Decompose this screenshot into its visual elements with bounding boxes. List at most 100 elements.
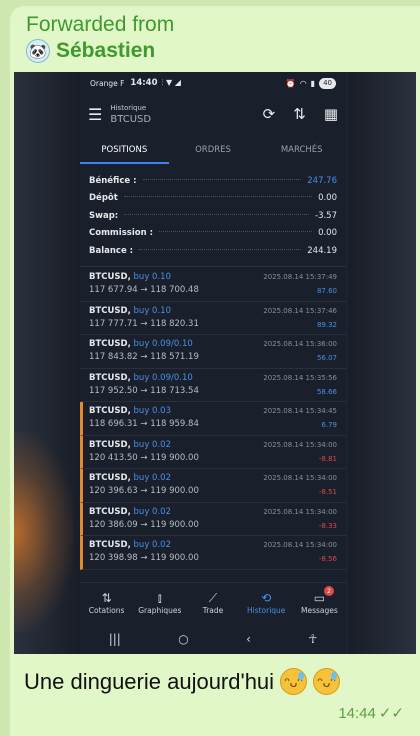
messages-badge: 2 xyxy=(324,586,335,596)
deal-side: buy 0.02 xyxy=(133,473,171,483)
nav-cotations[interactable]: ⇅ Cotations xyxy=(80,583,133,622)
double-check-icon: ✓✓ xyxy=(378,705,404,722)
sender-name: Sébastien xyxy=(56,39,156,62)
forward-label: Forwarded from xyxy=(26,13,175,36)
deal-row[interactable]: BTCUSD, buy 0.10 117 677.94 → 118 700.48… xyxy=(80,268,346,302)
app-title: Historique BTCUSD xyxy=(110,104,151,125)
deal-row[interactable]: BTCUSD, buy 0.02 120 396.63 → 119 900.00… xyxy=(80,469,346,503)
summary-value: -3.57 xyxy=(315,210,337,221)
nav-graphiques[interactable]: ⫾ Graphiques xyxy=(133,583,186,622)
deal-date: 2025.08.14 15:34:00 xyxy=(263,507,337,516)
blurred-edge-right xyxy=(348,72,416,654)
accessibility-icon[interactable]: ☥ xyxy=(308,632,317,646)
recents-icon[interactable]: ||| xyxy=(109,632,121,646)
deal-side: buy 0.10 xyxy=(133,305,171,316)
deal-side: buy 0.09/0.10 xyxy=(133,339,193,349)
alarm-icon: ⏰ xyxy=(285,78,296,88)
nav-messages[interactable]: ▭ 2 Messages xyxy=(293,583,346,622)
app-bar: ☰ Historique BTCUSD ⟳ ⇅ ▦ xyxy=(80,96,346,132)
blurred-glow xyxy=(14,432,74,632)
deal-profit: 56.07 xyxy=(316,354,337,362)
account-summary: Bénéfice : 247.76 Dépôt 0.00 Swap: -3.57… xyxy=(89,172,337,260)
deal-prices: 117 777.71 → 118 820.31 xyxy=(89,318,199,329)
deal-side: buy 0.02 xyxy=(133,506,171,517)
deal-prices: 120 396.63 → 119 900.00 xyxy=(89,486,199,496)
tab-marches[interactable]: MARCHÉS xyxy=(257,138,346,164)
summary-row: Dépôt 0.00 xyxy=(89,190,337,208)
trend-line-icon: ⟋ xyxy=(208,590,218,605)
deal-symbol: BTCUSD, xyxy=(89,305,131,316)
deal-symbol: BTCUSD, xyxy=(89,372,131,383)
phone-screenshot: Orange F 14:40 ⫶ ▼ ◢ ⏰ ◠ ▮ 40 ☰ Historiq… xyxy=(80,72,346,654)
deal-symbol: BTCUSD, xyxy=(89,272,131,282)
summary-value: 247.76 xyxy=(307,175,337,186)
deal-row[interactable]: BTCUSD, buy 0.03 118 696.31 → 118 959.84… xyxy=(80,402,346,436)
deal-symbol: BTCUSD, xyxy=(89,339,131,349)
deal-row[interactable]: BTCUSD, buy 0.02 120 413.50 → 119 900.00… xyxy=(80,435,346,469)
deal-profit: 87.60 xyxy=(316,287,337,295)
deal-prices: 118 696.31 → 118 959.84 xyxy=(89,419,199,429)
summary-divider xyxy=(80,266,346,267)
deal-prices: 117 843.82 → 118 571.19 xyxy=(89,352,199,362)
system-nav: ||| ○ ‹ ☥ xyxy=(80,624,346,654)
nav-label: Historique xyxy=(246,605,286,615)
deal-date: 2025.08.14 15:34:00 xyxy=(263,541,337,549)
deal-row[interactable]: BTCUSD, buy 0.02 120 398.98 → 119 900.00… xyxy=(80,536,346,570)
deal-row[interactable]: BTCUSD, buy 0.10 117 777.71 → 118 820.31… xyxy=(80,302,346,335)
deal-profit: -8.33 xyxy=(318,521,337,530)
message-meta: 14:44 ✓✓ xyxy=(338,704,404,723)
leader-dots xyxy=(123,196,313,198)
summary-value: 244.19 xyxy=(307,245,337,256)
nav-historique[interactable]: ⟲ Historique xyxy=(240,583,293,622)
summary-label: Swap: xyxy=(89,210,119,221)
tab-positions[interactable]: POSITIONS xyxy=(80,138,169,164)
home-icon[interactable]: ○ xyxy=(178,632,188,646)
notification-icons: ⫶ ▼ ◢ xyxy=(161,78,181,87)
calendar-icon[interactable]: ▦ xyxy=(324,105,338,123)
sweat-smile-emoji-icon: ᵔᴗᵔ xyxy=(280,668,308,695)
history-icon: ⟲ xyxy=(261,590,272,605)
tab-ordres[interactable]: ORDRES xyxy=(169,138,258,164)
battery-icon: 40 xyxy=(319,77,336,89)
leader-dots xyxy=(139,248,302,250)
deal-profit: -8.81 xyxy=(318,454,337,463)
leader-dots xyxy=(124,213,309,215)
deal-symbol: BTCUSD, xyxy=(89,406,131,416)
summary-row: Bénéfice : 247.76 xyxy=(89,172,337,190)
forward-header[interactable]: Forwarded from 🐼 Sébastien xyxy=(26,12,174,64)
summary-row: Balance : 244.19 xyxy=(89,242,337,260)
nav-label: Cotations xyxy=(88,605,125,615)
summary-label: Bénéfice : xyxy=(89,175,137,186)
summary-value: 0.00 xyxy=(318,228,337,239)
nav-trade[interactable]: ⟋ Trade xyxy=(186,583,239,622)
app-subtitle: Historique xyxy=(110,103,147,112)
deal-profit: 58.66 xyxy=(316,387,337,396)
menu-icon[interactable]: ☰ xyxy=(88,105,102,124)
nav-label: Messages xyxy=(301,605,338,615)
wifi-icon: ◠ xyxy=(299,78,307,88)
deal-side: buy 0.10 xyxy=(133,272,171,282)
back-icon[interactable]: ‹ xyxy=(246,632,251,646)
summary-row: Commission : 0.00 xyxy=(89,225,337,243)
panda-avatar-icon: 🐼 xyxy=(26,39,50,63)
leader-dots xyxy=(159,231,313,233)
message-text: Une dinguerie aujourd'hui ᵔᴗᵔ ᵔᴗᵔ xyxy=(24,668,341,695)
refresh-dollar-icon[interactable]: ⟳ xyxy=(263,105,276,123)
message-body: Une dinguerie aujourd'hui xyxy=(24,668,275,694)
deal-date: 2025.08.14 15:37:46 xyxy=(263,306,337,315)
deal-date: 2025.08.14 15:34:45 xyxy=(263,407,337,415)
app-actions: ⟳ ⇅ ▦ xyxy=(263,105,338,123)
deal-row[interactable]: BTCUSD, buy 0.09/0.10 117 952.50 → 118 7… xyxy=(80,369,346,402)
deal-row[interactable]: BTCUSD, buy 0.09/0.10 117 843.82 → 118 5… xyxy=(80,335,346,369)
deal-row[interactable]: BTCUSD, buy 0.02 120 386.09 → 119 900.00… xyxy=(80,502,346,536)
status-bar: Orange F 14:40 ⫶ ▼ ◢ ⏰ ◠ ▮ 40 xyxy=(80,72,346,94)
deal-prices: 117 677.94 → 118 700.48 xyxy=(89,285,199,295)
sort-icon[interactable]: ⇅ xyxy=(293,105,306,123)
signal-icon: ▮ xyxy=(310,78,316,88)
bottom-nav: ⇅ Cotations ⫾ Graphiques ⟋ Trade ⟲ Histo… xyxy=(80,582,346,622)
forward-sender[interactable]: 🐼 Sébastien xyxy=(26,38,174,64)
deal-symbol: BTCUSD, xyxy=(89,540,131,550)
summary-row: Swap: -3.57 xyxy=(89,207,337,225)
status-right: ⏰ ◠ ▮ 40 xyxy=(285,77,336,89)
deal-symbol: BTCUSD, xyxy=(89,473,131,483)
